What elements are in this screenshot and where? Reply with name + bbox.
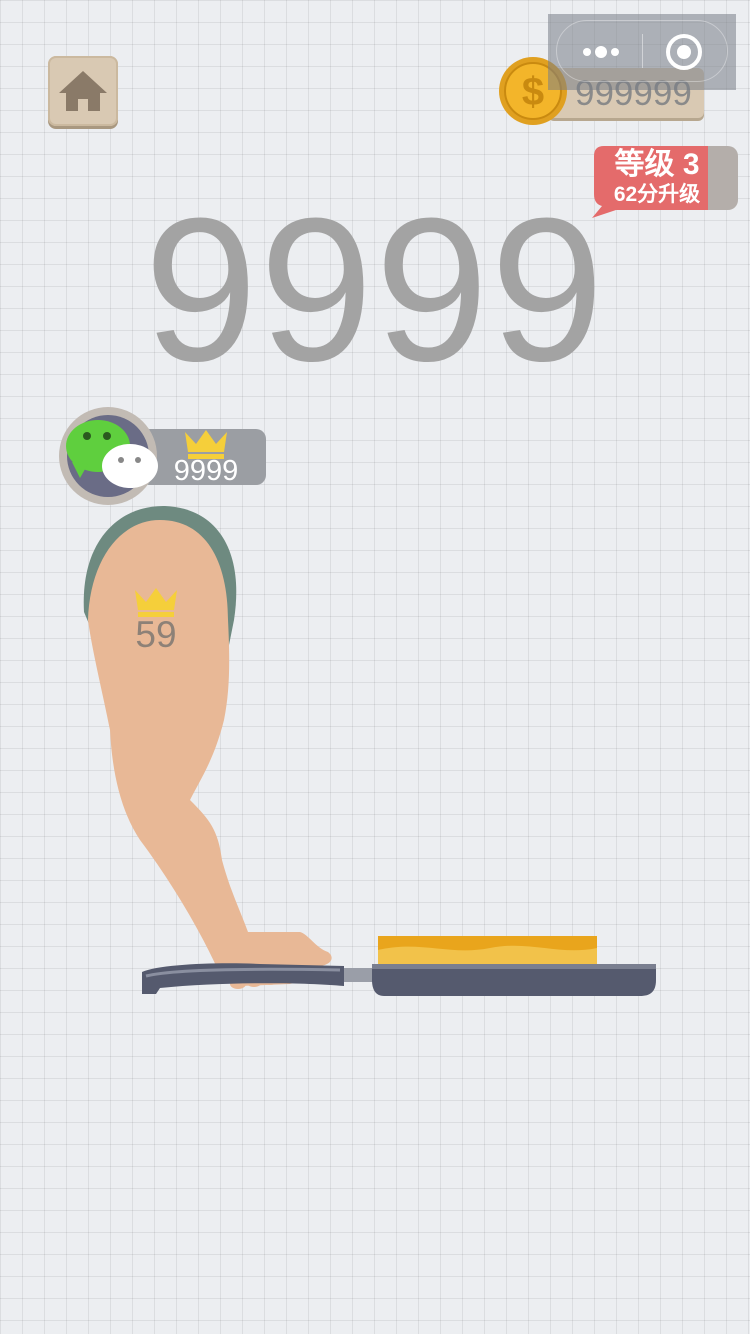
arm-level-value: 59	[135, 614, 177, 655]
home-icon	[59, 71, 107, 111]
arm-illustration	[83, 505, 332, 989]
svg-text:$: $	[522, 70, 544, 114]
current-score: 9999	[144, 176, 606, 404]
capsule-divider	[642, 34, 643, 68]
home-button[interactable]	[48, 56, 118, 126]
wechat-avatar-icon[interactable]	[58, 406, 158, 506]
game-scene	[83, 505, 656, 996]
more-dots-icon[interactable]	[580, 40, 624, 64]
level-title: 等级 3	[614, 148, 700, 181]
target-close-icon[interactable]	[664, 32, 704, 72]
best-score-value: 9999	[173, 455, 239, 487]
